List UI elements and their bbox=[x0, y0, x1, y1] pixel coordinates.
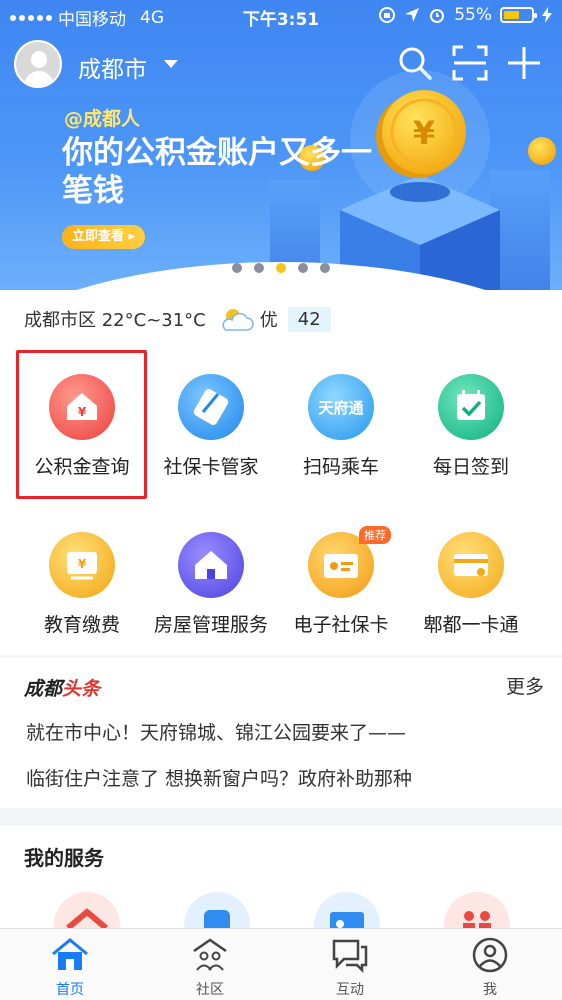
tab-home[interactable]: 首页 bbox=[0, 929, 140, 1000]
grid-item-daily-checkin[interactable]: 每日签到 bbox=[401, 360, 541, 500]
grid-item-e-social-card[interactable]: 推荐 电子社保卡 bbox=[271, 518, 411, 658]
city-selector[interactable]: 成都市 bbox=[78, 50, 147, 84]
education-pay-icon: ¥ bbox=[49, 532, 115, 598]
svg-text:¥: ¥ bbox=[78, 557, 87, 571]
services-title: 我的服务 bbox=[24, 846, 104, 870]
app-page: 中国移动 4G 下午3:51 55% 成都市 ¥ @成都人 你的公积金账户又多一… bbox=[0, 0, 562, 1000]
carousel-dots[interactable] bbox=[0, 263, 562, 273]
grid-item-scan-ride[interactable]: 天府通 扫码乘车 bbox=[271, 360, 411, 500]
svg-text:天府通: 天府通 bbox=[318, 399, 363, 417]
news-more-link[interactable]: 更多 bbox=[506, 672, 544, 699]
pidu-card-icon bbox=[438, 532, 504, 598]
status-bar: 中国移动 4G 下午3:51 55% bbox=[0, 0, 562, 32]
weather-text: 成都市区 22°C~31°C bbox=[24, 310, 206, 331]
location-icon bbox=[405, 8, 420, 22]
recommend-badge: 推荐 bbox=[359, 526, 391, 544]
banner-tag: @成都人 bbox=[64, 108, 141, 130]
grid-item-label: 每日签到 bbox=[432, 456, 509, 478]
selection-highlight bbox=[16, 350, 147, 499]
tab-label: 社区 bbox=[196, 982, 224, 998]
top-banner[interactable]: 中国移动 4G 下午3:51 55% 成都市 ¥ @成都人 你的公积金账户又多一… bbox=[0, 0, 562, 300]
tab-interact[interactable]: 互动 bbox=[280, 929, 420, 1000]
battery-icon bbox=[500, 7, 537, 23]
house-icon bbox=[178, 532, 244, 598]
charging-icon bbox=[542, 7, 552, 23]
banner-view-label: 立即查看 bbox=[72, 229, 125, 244]
grid-item-education-pay[interactable]: ¥ 教育缴费 bbox=[12, 518, 152, 658]
social-card-icon bbox=[178, 374, 244, 440]
battery-percent: 55% bbox=[454, 5, 492, 25]
news-logo-b: 头条 bbox=[62, 678, 101, 700]
banner-title: 你的公积金账户又多一笔钱 bbox=[62, 135, 372, 209]
avatar[interactable] bbox=[14, 40, 62, 88]
bottom-tab-bar: 首页 社区 互动 我 bbox=[0, 928, 562, 1000]
partly-cloudy-icon bbox=[222, 309, 254, 331]
grid-item-house-management[interactable]: 房屋管理服务 bbox=[141, 518, 281, 658]
rotation-lock-icon bbox=[379, 7, 396, 23]
tab-me[interactable]: 我 bbox=[420, 929, 560, 1000]
news-item[interactable]: 就在市中心！天府锦城、锦江公园要来了—— bbox=[26, 718, 406, 745]
svg-text:¥: ¥ bbox=[413, 114, 435, 152]
weather-bar[interactable]: 成都市区 22°C~31°C 优 42 bbox=[24, 306, 331, 332]
tab-label: 我 bbox=[483, 982, 497, 998]
alarm-icon bbox=[430, 9, 445, 23]
air-quality-label: 优 bbox=[259, 310, 278, 331]
aqi-value: 42 bbox=[287, 306, 331, 332]
tab-label: 互动 bbox=[336, 982, 364, 998]
home-icon bbox=[52, 938, 88, 970]
banner-view-button[interactable]: 立即查看 ▸ bbox=[62, 225, 146, 249]
news-section: 成都头条 更多 就在市中心！天府锦城、锦江公园要来了—— 临街住户注意了 想换新… bbox=[0, 658, 562, 808]
tab-label: 首页 bbox=[56, 982, 84, 998]
grid-item-label: 郫都一卡通 bbox=[423, 614, 519, 636]
main-panel: 成都市区 22°C~31°C 优 42 ¥ 公积金查询 社保卡管家 天府通 扫码… bbox=[0, 290, 562, 655]
chat-icon bbox=[332, 939, 368, 973]
grid-item-social-card[interactable]: 社保卡管家 bbox=[141, 360, 281, 500]
community-icon bbox=[193, 938, 227, 971]
tianfutong-icon: 天府通 bbox=[308, 374, 374, 440]
news-logo: 成都头条 bbox=[24, 674, 100, 701]
calendar-check-icon bbox=[438, 374, 504, 440]
news-logo-a: 成都 bbox=[24, 678, 63, 700]
chevron-down-icon[interactable] bbox=[164, 60, 178, 68]
tab-community[interactable]: 社区 bbox=[140, 929, 280, 1000]
news-item[interactable]: 临街住户注意了 想换新窗户吗？政府补助那种 bbox=[26, 764, 412, 791]
grid-item-pidu-card[interactable]: 郫都一卡通 bbox=[401, 518, 541, 658]
profile-icon bbox=[472, 937, 508, 973]
